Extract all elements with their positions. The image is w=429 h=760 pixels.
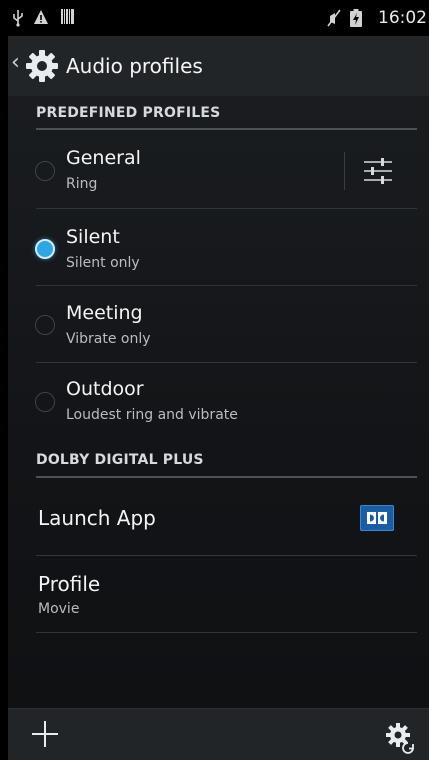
- action-bar: ‹ Audio profiles: [8, 36, 429, 96]
- profile-title: Silent: [66, 226, 120, 248]
- radio-button[interactable]: [35, 161, 55, 181]
- back-chevron-icon[interactable]: ‹: [11, 50, 20, 75]
- launch-app-label: Launch App: [38, 506, 156, 530]
- profile-subtitle: Vibrate only: [66, 331, 151, 347]
- profile-subtitle: Silent only: [66, 255, 140, 271]
- profile-title: General: [66, 147, 141, 169]
- section-header-dolby: DOLBY DIGITAL PLUS: [36, 452, 204, 468]
- reset-settings-icon[interactable]: [384, 721, 418, 755]
- row-divider: [36, 632, 417, 633]
- profile-subtitle: Loudest ring and vibrate: [66, 407, 238, 423]
- status-time: 16:02: [378, 8, 427, 28]
- section-divider: [36, 128, 417, 130]
- profile-title: Meeting: [66, 302, 143, 324]
- radio-button[interactable]: [35, 392, 55, 412]
- section-header-predefined: PREDEFINED PROFILES: [36, 105, 221, 121]
- profile-subtitle: Ring: [66, 176, 98, 192]
- equalizer-settings-icon[interactable]: [363, 156, 393, 186]
- warning-icon: [33, 9, 49, 29]
- profile-row-silent[interactable]: Silent Silent only: [8, 209, 429, 285]
- page-title: Audio profiles: [66, 54, 203, 78]
- settings-gear-icon[interactable]: [24, 48, 60, 84]
- status-bar: 16:02: [8, 0, 429, 36]
- bottom-action-bar: [8, 708, 429, 760]
- battery-charging-icon: [350, 9, 362, 31]
- profile-row-meeting[interactable]: Meeting Vibrate only: [8, 286, 429, 362]
- usb-icon: [11, 9, 25, 31]
- mute-icon: [326, 9, 342, 31]
- app-screen: 16:02 ‹ Audio profiles PREDEFINED PROFIL…: [8, 0, 429, 760]
- profile-setting-label: Profile: [38, 572, 101, 596]
- profile-setting-row[interactable]: Profile Movie: [8, 556, 429, 632]
- barcode-icon: [61, 9, 74, 28]
- radio-button[interactable]: [35, 315, 55, 335]
- add-profile-icon[interactable]: [30, 719, 60, 749]
- radio-button-selected[interactable]: [35, 239, 55, 259]
- vertical-divider: [344, 152, 345, 190]
- profile-title: Outdoor: [66, 378, 144, 400]
- profile-row-outdoor[interactable]: Outdoor Loudest ring and vibrate: [8, 363, 429, 439]
- dolby-icon[interactable]: [360, 505, 394, 531]
- profile-setting-value: Movie: [38, 601, 80, 617]
